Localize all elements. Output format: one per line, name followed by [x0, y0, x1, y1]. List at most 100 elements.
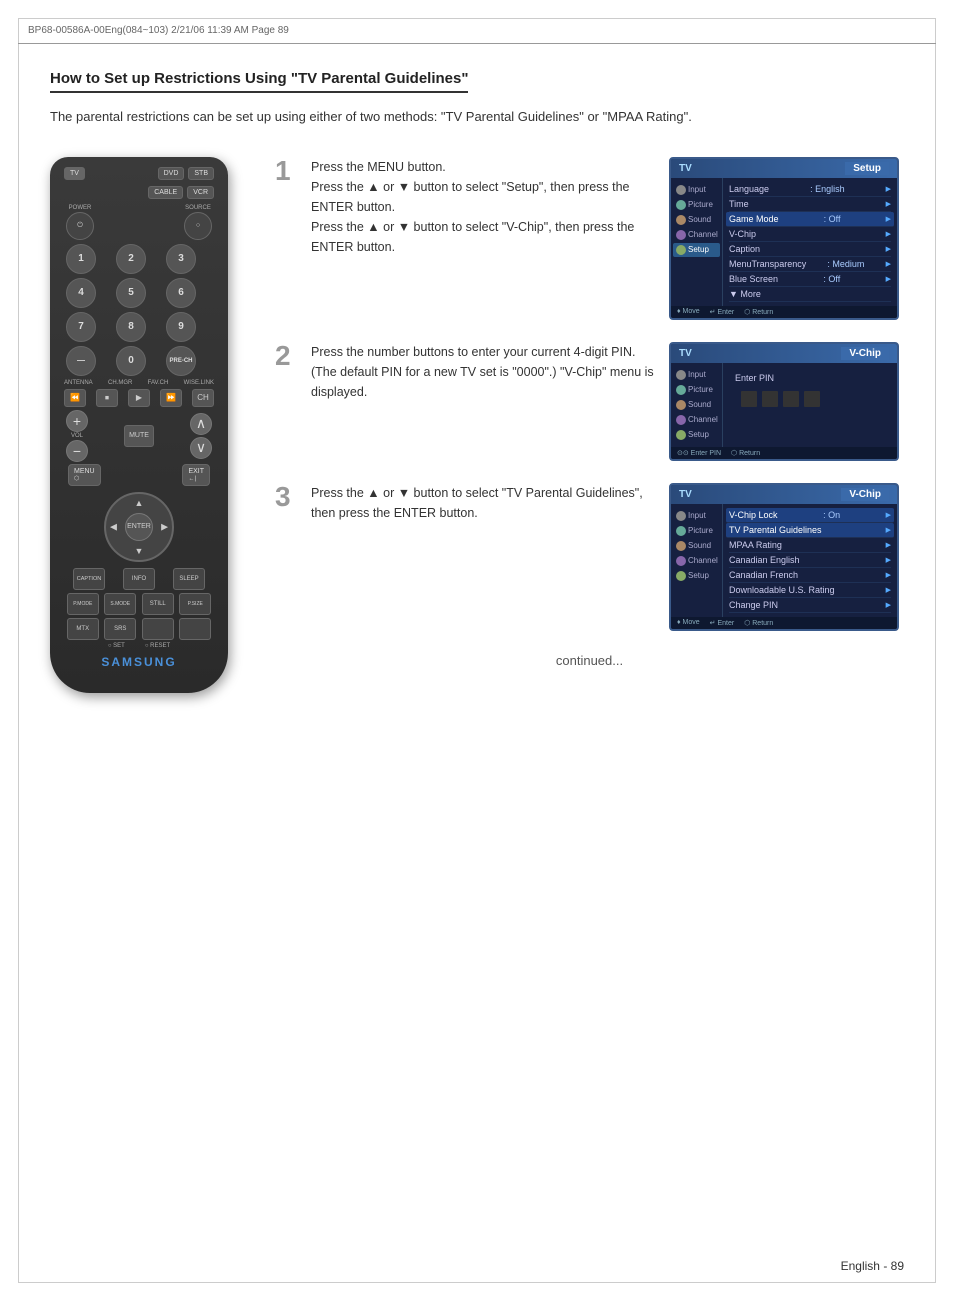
- exit-button[interactable]: EXIT←|: [182, 464, 210, 486]
- nav-right-arrow[interactable]: ▶: [161, 521, 168, 532]
- num-2-button[interactable]: 2: [116, 244, 146, 274]
- menu-more: ▼ More: [729, 287, 891, 302]
- tv-screen2-footer: ⊙⊙ Enter PIN ⬡ Return: [671, 447, 897, 459]
- nav-down-arrow[interactable]: ▼: [135, 546, 144, 556]
- tv-screen1-label: TV: [679, 163, 692, 174]
- menu-vchip: Game Mode : Off ▶: [726, 212, 894, 227]
- power-button[interactable]: ⏻: [66, 212, 94, 240]
- s3-input-label: Input: [688, 511, 706, 520]
- vchiplock-value: : On: [823, 510, 840, 520]
- pre-ch-button[interactable]: PRE-CH: [166, 346, 196, 376]
- menu-exit-row: MENU⬡ EXIT←|: [60, 464, 218, 486]
- rew-button[interactable]: ⏪: [64, 389, 86, 407]
- vol-up-button[interactable]: +: [66, 410, 88, 432]
- num-dash-button[interactable]: —: [66, 346, 96, 376]
- tab-vcr[interactable]: VCR: [187, 186, 214, 199]
- s2-footer-pin: ⊙⊙ Enter PIN: [677, 449, 721, 457]
- mute-button[interactable]: MUTE: [124, 425, 154, 447]
- num-5-button[interactable]: 5: [116, 278, 146, 308]
- source-label: SOURCE: [185, 205, 211, 211]
- vol-label: VOL: [71, 433, 83, 439]
- step-1-screen: TV Setup Input Pictu: [669, 157, 904, 324]
- s2-channel-icon: [676, 415, 686, 425]
- enter-button[interactable]: ENTER: [125, 513, 153, 541]
- vol-down-button[interactable]: −: [66, 440, 88, 462]
- antenna-label: ANTENNA: [64, 380, 93, 386]
- num-9-button[interactable]: 9: [166, 312, 196, 342]
- num-4-button[interactable]: 4: [66, 278, 96, 308]
- tv-screen1-title: Setup: [845, 162, 889, 175]
- wiselink-label: WISE.LINK: [184, 380, 214, 386]
- remote-control: TV DVD STB CABLE VCR POWER: [50, 157, 228, 693]
- vchiplock-name: V-Chip Lock: [729, 510, 778, 520]
- ch-down-button[interactable]: ∨: [190, 437, 212, 459]
- tab-stb[interactable]: STB: [188, 167, 214, 180]
- tab-dvd[interactable]: DVD: [158, 167, 185, 180]
- step-1-number: 1: [275, 155, 291, 186]
- s3-footer-return: ⬡ Return: [744, 619, 773, 627]
- source-button[interactable]: ○: [184, 212, 212, 240]
- power-label: POWER: [69, 205, 92, 211]
- footer-return: ⬡ Return: [744, 308, 773, 316]
- tv-screen-1: TV Setup Input Pictu: [669, 157, 899, 320]
- remote-btn-group2: CABLE VCR: [148, 186, 214, 199]
- tv-screen3-sidebar: Input Picture Sound: [671, 504, 723, 617]
- num-0-button[interactable]: 0: [116, 346, 146, 376]
- still-button[interactable]: STILL: [142, 593, 174, 615]
- num-3-button[interactable]: 3: [166, 244, 196, 274]
- footer-move: ♦ Move: [677, 308, 700, 316]
- num-7-button[interactable]: 7: [66, 312, 96, 342]
- nav-circle[interactable]: ▲ ▼ ◀ ▶ ENTER: [104, 492, 174, 562]
- sidebar-setup-label: Setup: [688, 245, 709, 254]
- ch-up-button[interactable]: ∧: [190, 413, 212, 435]
- menu-button[interactable]: MENU⬡: [68, 464, 101, 486]
- tv-screen3-footer: ♦ Move ↵ Enter ⬡ Return: [671, 617, 897, 629]
- num-1-button[interactable]: 1: [66, 244, 96, 274]
- s3-footer-enter: ↵ Enter: [710, 619, 735, 627]
- play-button[interactable]: ▶: [128, 389, 150, 407]
- s3-menu-downloadable: Downloadable U.S. Rating ▶: [729, 583, 891, 598]
- tv-screen1-sidebar: Input Picture Sound: [671, 178, 723, 306]
- sleep-button[interactable]: SLEEP: [173, 568, 205, 590]
- tv-screen-2: TV V-Chip Input Pict: [669, 342, 899, 461]
- s2-sidebar-sound: Sound: [673, 398, 720, 412]
- s2-sidebar-channel: Channel: [673, 413, 720, 427]
- menu-bluescreen: Blue Screen : Off ▶: [729, 272, 891, 287]
- remote-col: TV DVD STB CABLE VCR POWER: [50, 157, 245, 693]
- chmgr-label: CH.MGR: [108, 380, 132, 386]
- pmode-button[interactable]: P.MODE: [67, 593, 99, 615]
- stop-button[interactable]: ⏹: [96, 389, 118, 407]
- pin-dot-1: [741, 391, 757, 407]
- s2-footer-return: ⬡ Return: [731, 449, 760, 457]
- smode-button[interactable]: S.MODE: [104, 593, 136, 615]
- downloadable-arrow: ▶: [886, 586, 891, 594]
- tv-screen2-body: Input Picture Sound: [671, 363, 897, 447]
- empty-btn1: [142, 618, 174, 640]
- tv-screen3-label: TV: [679, 489, 692, 500]
- srs-button[interactable]: SRS: [104, 618, 136, 640]
- favch-label: FAV.CH: [148, 380, 169, 386]
- mtx-button[interactable]: MTX: [67, 618, 99, 640]
- caption-button[interactable]: CAPTION: [73, 568, 105, 590]
- gamemode-name: Game Mode: [729, 214, 779, 224]
- info-button[interactable]: INFO: [123, 568, 155, 590]
- tab-cable[interactable]: CABLE: [148, 186, 183, 199]
- language-name: Language: [729, 184, 769, 194]
- ff-button[interactable]: ⏩: [160, 389, 182, 407]
- empty-btn2: [179, 618, 211, 640]
- set-reset-row: ○ SET ○ RESET: [60, 643, 218, 649]
- s3-menu-mpaa: MPAA Rating ▶: [729, 538, 891, 553]
- time-arrow: ▶: [886, 200, 891, 208]
- tab-tv[interactable]: TV: [64, 167, 85, 180]
- s3-sidebar-sound: Sound: [673, 539, 720, 553]
- picture-icon: [676, 200, 686, 210]
- num-6-button[interactable]: 6: [166, 278, 196, 308]
- nav-up-arrow[interactable]: ▲: [135, 498, 144, 508]
- s3-sidebar-input: Input: [673, 509, 720, 523]
- tv-screen1-content: Language : English ▶ Time ▶ Game Mode: [723, 178, 897, 306]
- psize-button[interactable]: P.SIZE: [179, 593, 211, 615]
- nav-left-arrow[interactable]: ◀: [110, 521, 117, 532]
- num-8-button[interactable]: 8: [116, 312, 146, 342]
- ch-button[interactable]: CH: [192, 389, 214, 407]
- enter-pin-label: Enter PIN: [735, 373, 885, 383]
